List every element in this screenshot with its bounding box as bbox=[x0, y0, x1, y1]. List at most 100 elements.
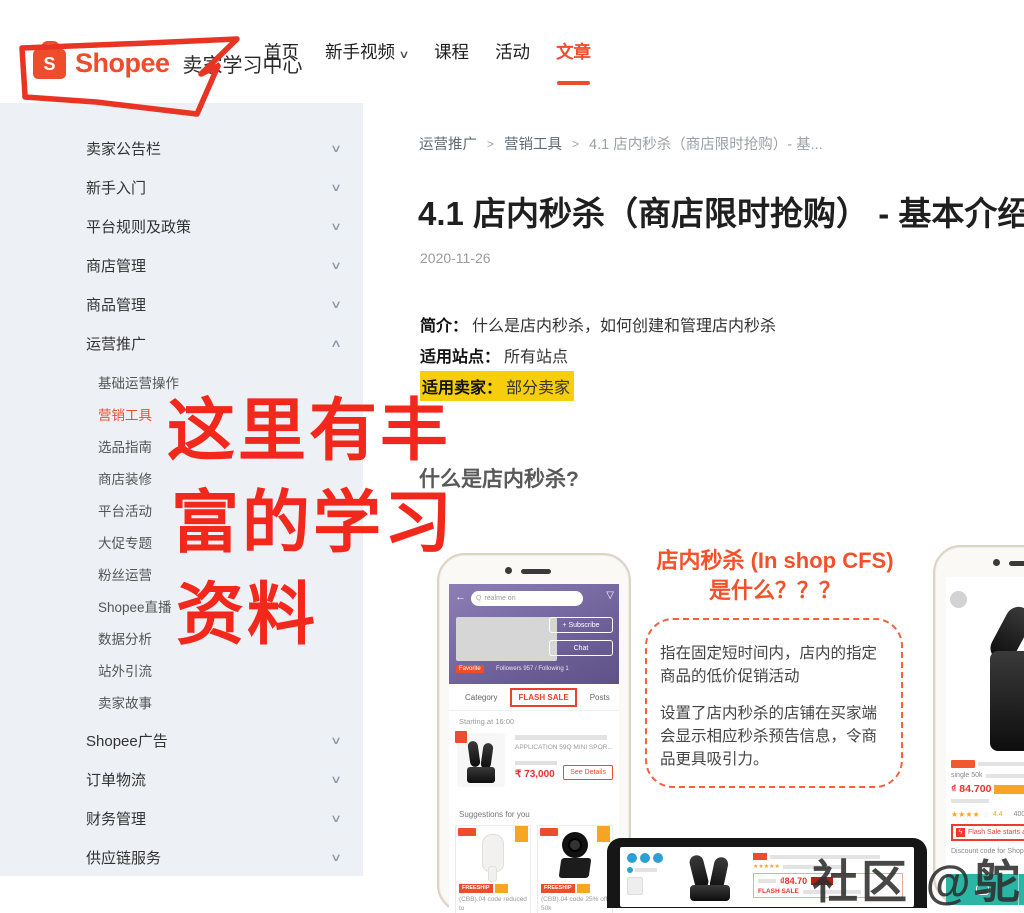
chevron-down-icon: ∨ bbox=[329, 182, 343, 194]
rating-star-empty-icon: ☆ bbox=[982, 810, 990, 819]
figure-suggestions-heading: Suggestions for you bbox=[459, 810, 530, 819]
figure-tab-category: Category bbox=[465, 692, 498, 702]
figure-chat-button: Chat bbox=[549, 640, 613, 656]
annotation-text-line3: 资料 bbox=[176, 577, 319, 653]
figure-percent-badge bbox=[597, 826, 610, 842]
sidebar-item-announcements[interactable]: 卖家公告栏 ∨ bbox=[0, 129, 363, 168]
figure-bluetooth-row bbox=[627, 867, 669, 873]
figure-product-thumbnail bbox=[455, 731, 505, 787]
figure-product-price: ₹ 73,000 bbox=[515, 769, 555, 780]
sidebar-item-finance[interactable]: 财务管理 ∨ bbox=[0, 799, 363, 838]
figure-flash-sale-banner: ϟ Flash Sale starts at 16 bbox=[951, 824, 1024, 841]
nav-item-home[interactable]: 首页 bbox=[264, 39, 299, 64]
figure-tab-posts: Posts bbox=[589, 692, 610, 702]
breadcrumb-operations[interactable]: 运营推广 bbox=[419, 133, 477, 154]
figure-phone-left-screen: ← Q realme on ▽ + Subscribe Chat Favorit… bbox=[449, 584, 619, 913]
phone-camera-dot bbox=[993, 559, 1000, 566]
figure-starting-time: Starting at 16:00 bbox=[459, 717, 515, 726]
article-date: 2020-11-26 bbox=[420, 250, 491, 266]
figure-headline: 店内秒杀 (In shop CFS) 是什么？？？ bbox=[656, 548, 894, 603]
chevron-down-icon: ∨ bbox=[329, 143, 343, 155]
logo-letter: S bbox=[43, 53, 56, 74]
article-meta: 简介： 什么是店内秒杀，如何创建和管理店内秒杀 适用站点： 所有站点 适用卖家：… bbox=[420, 308, 776, 401]
logo[interactable]: S Shopee 卖家学习中心 bbox=[33, 40, 303, 79]
sidebar-item-beginner[interactable]: 新手入门 ∨ bbox=[0, 168, 363, 207]
chevron-down-icon: ∨ bbox=[329, 774, 343, 786]
figure-laptop-price: ₫84.70 bbox=[780, 876, 808, 886]
figure-percent-badge bbox=[515, 826, 528, 842]
watermark-text: 社区 @鸵鸟用连 bbox=[812, 856, 1024, 908]
figure-discount-badge bbox=[455, 731, 467, 743]
sidebar-item-supply-chain[interactable]: 供应链服务 ∨ bbox=[0, 838, 363, 877]
chevron-down-icon: ∨ bbox=[329, 299, 343, 311]
figure-sold-count: 400 So bbox=[1013, 811, 1024, 818]
nav-item-courses[interactable]: 课程 bbox=[434, 39, 469, 64]
nav-item-articles[interactable]: 文章 bbox=[556, 39, 591, 85]
chevron-down-icon: ∨ bbox=[329, 221, 343, 233]
figure-blue-dots bbox=[627, 853, 669, 863]
breadcrumb-current: 4.1 店内秒杀（商店限时抢购）- 基... bbox=[589, 137, 823, 153]
figure-favorite-tag: Favorite bbox=[456, 665, 484, 673]
meta-sellers: 适用卖家： 部分卖家 bbox=[420, 370, 776, 401]
sidebar-item-shop-management[interactable]: 商店管理 ∨ bbox=[0, 246, 363, 285]
figure-title-fragment: single 50k bbox=[951, 772, 983, 779]
chevron-down-icon: ∨ bbox=[329, 260, 343, 272]
sidebar-subitem-seller-stories[interactable]: 卖家故事 bbox=[0, 686, 363, 718]
sidebar-item-shopee-ads[interactable]: Shopee广告 ∨ bbox=[0, 721, 363, 760]
search-icon: Q bbox=[476, 595, 482, 602]
phone-speaker-slot bbox=[1009, 561, 1024, 566]
figure-discount-chip bbox=[994, 784, 1024, 794]
chevron-down-icon: ∨ bbox=[329, 735, 343, 747]
sidebar-item-product-management[interactable]: 商品管理 ∨ bbox=[0, 285, 363, 324]
breadcrumb-separator: > bbox=[572, 136, 580, 151]
figure-definition-box: 指在固定短时间内，店内的指定商品的低价促销活动 设置了店内秒杀的店铺在买家端会显… bbox=[645, 618, 903, 788]
top-header: S Shopee 卖家学习中心 首页 新手视频 ∨ 课程 活动 文章 bbox=[0, 0, 1024, 103]
figure-freeship-tag: FREESHIP bbox=[459, 884, 493, 893]
brand-name: Shopee bbox=[75, 48, 170, 78]
meta-intro: 简介： 什么是店内秒杀，如何创建和管理店内秒杀 bbox=[420, 317, 777, 335]
figure-flash-chip bbox=[540, 828, 558, 836]
sidebar-item-order-logistics[interactable]: 订单物流 ∨ bbox=[0, 760, 363, 799]
figure-price: ₫ 84.700 bbox=[951, 783, 992, 795]
figure-flash-product: APPLICATION 59Q MINI SPOR... ₹ 73,000 Se… bbox=[455, 731, 613, 807]
rating-stars-icon: ★★★★★ bbox=[753, 864, 780, 870]
sidebar-subitem-offsite-traffic[interactable]: 站外引流 bbox=[0, 654, 363, 686]
figure-laptop-flash-label: FLASH SALE bbox=[758, 888, 799, 895]
phone-camera-dot bbox=[505, 567, 512, 574]
figure-rating-value: 4.4 bbox=[992, 811, 1003, 818]
rating-stars-icon: ★★★★ bbox=[951, 810, 980, 819]
phone-speaker-slot bbox=[521, 569, 551, 574]
main-nav: 首页 新手视频 ∨ 课程 活动 文章 bbox=[264, 0, 591, 103]
chevron-down-icon: ∨ bbox=[329, 813, 343, 825]
figure-card1-caption: (CBB).04 code reduced to bbox=[459, 896, 527, 912]
back-arrow-icon: ← bbox=[455, 591, 466, 603]
figure-definition-text-2: 设置了店内秒杀的店铺在买家端会显示相应秒杀预告信息，令商品更具吸引力。 bbox=[660, 704, 878, 769]
shopee-bag-icon: S bbox=[33, 40, 66, 79]
breadcrumb-separator: > bbox=[487, 136, 495, 151]
figure-card2-caption: (CBB).04 code 25% off 50k bbox=[541, 896, 608, 912]
figure-favorite-chip bbox=[951, 760, 975, 768]
figure-search-bar: Q realme on bbox=[471, 591, 583, 606]
figure-thumb bbox=[627, 877, 643, 895]
page-title: 4.1 店内秒杀（商店限时抢购） - 基本介绍 bbox=[418, 195, 1024, 232]
nav-item-activities[interactable]: 活动 bbox=[495, 39, 530, 64]
figure-definition-text-1: 指在固定短时间内，店内的指定商品的低价促销活动 bbox=[660, 645, 878, 686]
figure-product-info: single 50k ₫ 84.700 ★★★★ ☆ 4.4 400 So ϟ … bbox=[951, 760, 1024, 855]
figure-subscribe-button: + Subscribe bbox=[549, 617, 613, 633]
figure-see-details-button: See Details bbox=[563, 765, 613, 780]
lightning-icon: ϟ bbox=[956, 828, 965, 837]
figure-mall-chip bbox=[753, 853, 767, 860]
chevron-down-icon: ∨ bbox=[329, 852, 343, 864]
chevron-up-icon: ∧ bbox=[329, 338, 343, 350]
figure-shop-tabs: Category FLASH SALE Posts bbox=[449, 684, 619, 711]
figure-flash-chip bbox=[458, 828, 476, 836]
annotation-text-line2: 富的学习 bbox=[171, 485, 456, 561]
sidebar-item-rules[interactable]: 平台规则及政策 ∨ bbox=[0, 207, 363, 246]
annotation-text-line1: 这里有丰 bbox=[167, 393, 452, 469]
nav-item-videos[interactable]: 新手视频 ∨ bbox=[325, 39, 410, 64]
breadcrumb-marketing-tools[interactable]: 营销工具 bbox=[504, 133, 562, 154]
chevron-down-icon: ∨ bbox=[398, 49, 410, 61]
breadcrumb: 运营推广 > 营销工具 > 4.1 店内秒杀（商店限时抢购）- 基... bbox=[419, 133, 823, 154]
figure-freeship-tag: FREESHIP bbox=[541, 884, 575, 893]
sidebar-item-operations-promo[interactable]: 运营推广 ∧ bbox=[0, 324, 363, 363]
